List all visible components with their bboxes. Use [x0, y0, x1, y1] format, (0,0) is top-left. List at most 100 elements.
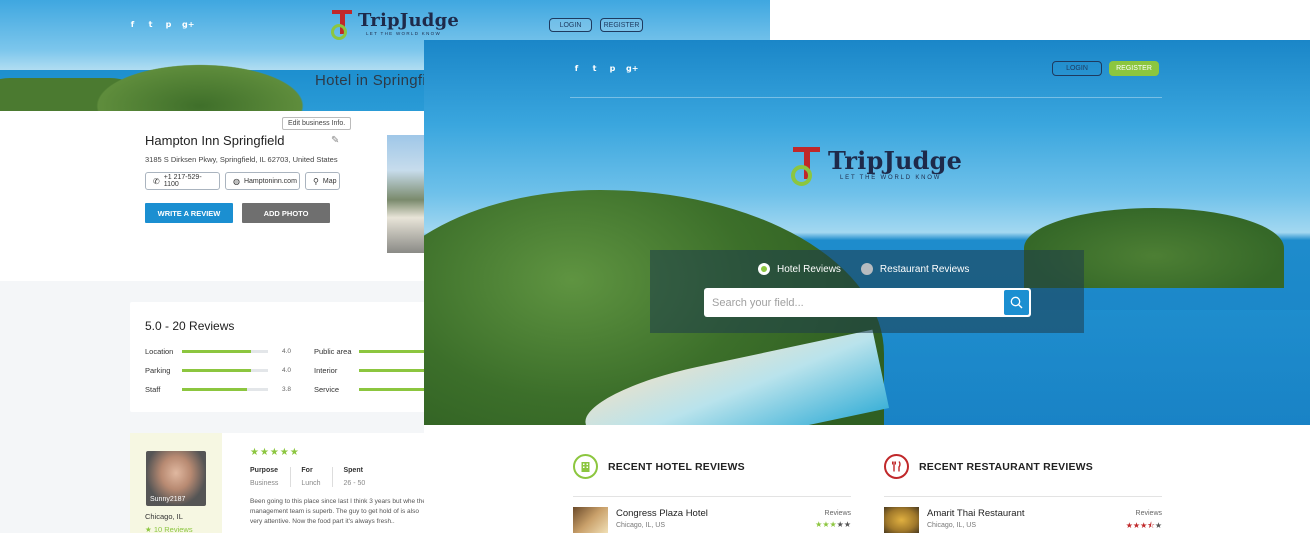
rating-value: 4.0	[282, 348, 292, 355]
review-card: Sunny2187 Chicago, IL ★ 10 Reviews ★★★★★…	[130, 433, 430, 533]
search-panel: Hotel Reviews Restaurant Reviews	[650, 250, 1084, 333]
rating-label: Interior	[314, 366, 338, 375]
meta-purpose: Purpose Business	[250, 467, 292, 487]
radio-selected-icon	[758, 263, 770, 275]
search-button[interactable]	[1004, 290, 1029, 315]
google-plus-icon[interactable]: g+	[182, 20, 194, 30]
radio-restaurant-reviews[interactable]: Restaurant Reviews	[860, 263, 970, 275]
logo-text: TripJudge LET THE WORLD KNOW	[828, 146, 963, 182]
map-pin-icon: ⚲	[313, 176, 319, 186]
rating-bar	[182, 388, 268, 391]
login-button[interactable]: LOGIN	[549, 18, 592, 32]
write-review-button[interactable]: WRITE A REVIEW	[145, 203, 233, 223]
tripjudge-logo-icon	[790, 147, 822, 189]
globe-icon: ◍	[233, 176, 240, 186]
review-meta: Purpose Business For Lunch Spent 26 - 50	[250, 467, 387, 487]
reviewer-city: Chicago, IL	[145, 512, 183, 521]
rating-fill	[182, 388, 247, 391]
search-input[interactable]	[712, 288, 997, 317]
contact-chips: ✆ +1 217-529-1100 ◍ Hamptoninn.com ⚲ Map	[145, 172, 340, 190]
search-icon	[1010, 296, 1023, 309]
twitter-icon[interactable]: t	[146, 20, 155, 30]
site-logo[interactable]: TripJudge LET THE WORLD KNOW	[330, 10, 459, 42]
radio-label: Restaurant Reviews	[879, 263, 970, 275]
social-links: f t p g+	[128, 20, 195, 30]
edit-business-info-button[interactable]: Edit business Info.	[282, 117, 352, 130]
hotel-name: Hampton Inn Springfield	[145, 133, 285, 148]
pencil-icon[interactable]: ✎	[331, 135, 339, 146]
meta-for: For Lunch	[301, 467, 334, 487]
rating-label: Public area	[314, 347, 352, 356]
hotel-photo[interactable]	[387, 135, 427, 253]
pinterest-icon[interactable]: p	[608, 64, 617, 74]
radio-hotel-reviews[interactable]: Hotel Reviews	[758, 263, 841, 275]
restaurant-section-icon	[884, 454, 909, 479]
social-links: f t p g+	[572, 64, 639, 74]
auth-buttons: LOGIN REGISTER	[1052, 61, 1159, 76]
rating-label: Service	[314, 385, 340, 394]
rating-bar	[182, 350, 268, 353]
hotel-thumbnail[interactable]	[573, 507, 608, 533]
rating-value: 3.8	[282, 386, 292, 393]
hero-island	[80, 58, 320, 111]
twitter-icon[interactable]: t	[590, 64, 599, 74]
facebook-icon[interactable]: f	[128, 20, 137, 30]
review-text: Been going to this place since last I th…	[250, 498, 426, 525]
review-count-text: 10 Reviews	[153, 525, 193, 533]
rating-fill	[359, 388, 428, 391]
rating-label: Location	[145, 347, 174, 356]
restaurant-thumbnail[interactable]	[884, 507, 919, 533]
hotel-section-icon	[573, 454, 598, 479]
logo-name: TripJudge	[828, 146, 963, 175]
website-chip[interactable]: ◍ Hamptoninn.com	[225, 172, 300, 190]
rating-label: Staff	[145, 385, 161, 394]
item-name[interactable]: Congress Plaza Hotel	[616, 508, 708, 519]
rating-row-location: Location 4.0	[145, 347, 292, 356]
phone-chip[interactable]: ✆ +1 217-529-1100	[145, 172, 220, 190]
facebook-icon[interactable]: f	[572, 64, 581, 74]
item-reviews-label: Reviews	[824, 510, 851, 517]
meta-heading: For	[301, 467, 313, 474]
logo-tagline: LET THE WORLD KNOW	[366, 31, 441, 36]
hero-divider	[570, 97, 1162, 98]
meta-value: 26 - 50	[343, 480, 366, 487]
avatar[interactable]: Sunny2187	[146, 451, 206, 506]
phone-icon: ✆	[153, 176, 160, 186]
pinterest-icon[interactable]: p	[164, 20, 173, 30]
add-photo-button[interactable]: ADD PHOTO	[242, 203, 330, 223]
section-divider	[884, 496, 1162, 497]
search-type-radios: Hotel Reviews Restaurant Reviews	[758, 263, 969, 275]
site-logo[interactable]: TripJudge LET THE WORLD KNOW	[790, 147, 962, 189]
rating-fill	[182, 369, 251, 372]
login-button[interactable]: LOGIN	[1052, 61, 1102, 76]
section-title: RECENT RESTAURANT REVIEWS	[919, 460, 1093, 473]
item-stars: ★★★★★	[815, 520, 851, 529]
rating-fill	[359, 350, 428, 353]
register-button[interactable]: REGISTER	[600, 18, 643, 32]
register-button[interactable]: REGISTER	[1109, 61, 1159, 76]
item-city: Chicago, IL, US	[927, 522, 977, 529]
logo-text: TripJudge LET THE WORLD KNOW	[358, 10, 459, 36]
recent-hotel-reviews-header: RECENT HOTEL REVIEWS	[573, 454, 745, 479]
reviewer-username: Sunny2187	[150, 496, 186, 503]
google-plus-icon[interactable]: g+	[626, 64, 638, 74]
map-chip[interactable]: ⚲ Map	[305, 172, 340, 190]
screenshot-root: f t p g+ TripJudge LET THE WORLD KNOW LO…	[0, 0, 1310, 533]
rating-row-staff: Staff 3.8	[145, 385, 292, 394]
list-item[interactable]: Amarit Thai Restaurant Chicago, IL, US R…	[884, 507, 1162, 533]
list-item[interactable]: Congress Plaza Hotel Chicago, IL, US Rev…	[573, 507, 851, 533]
rating-row-parking: Parking 4.0	[145, 366, 292, 375]
meta-value: Lunch	[301, 480, 321, 487]
review-stars: ★★★★★	[250, 447, 300, 458]
meta-spent: Spent 26 - 50	[343, 467, 377, 487]
map-label: Map	[322, 177, 337, 185]
reviewer-review-count[interactable]: ★ 10 Reviews	[145, 525, 193, 533]
fork-knife-icon	[892, 461, 901, 472]
logo-name: TripJudge	[358, 10, 460, 31]
item-name[interactable]: Amarit Thai Restaurant	[927, 508, 1025, 519]
building-icon	[581, 462, 590, 472]
rating-fill	[182, 350, 251, 353]
tripjudge-logo-icon	[330, 10, 354, 42]
website-url: Hamptoninn.com	[243, 177, 297, 185]
phone-number: +1 217-529-1100	[163, 174, 202, 188]
